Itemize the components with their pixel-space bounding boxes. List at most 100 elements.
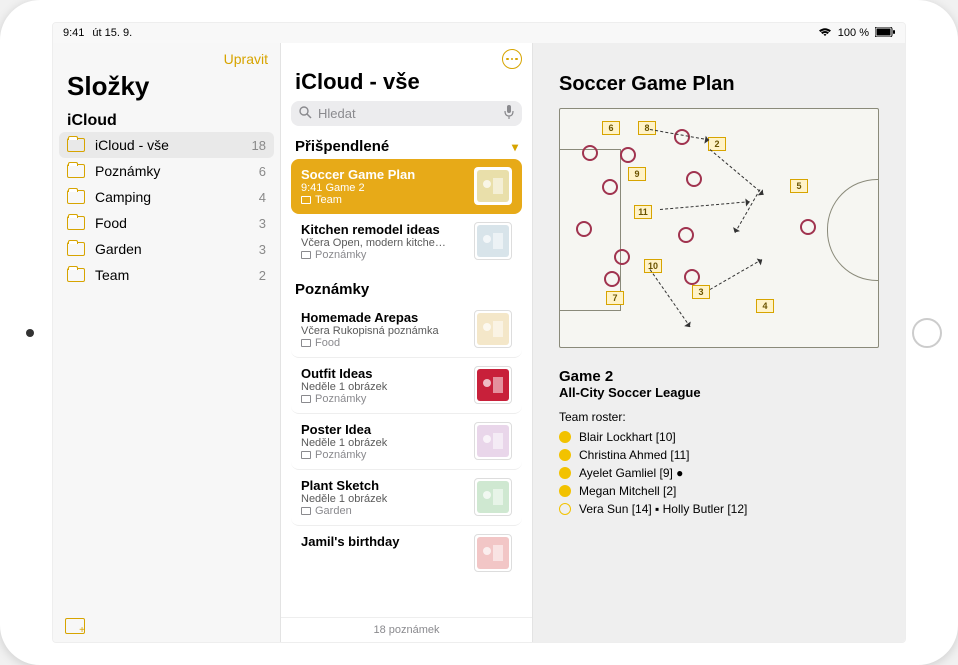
edit-button[interactable]: Upravit — [224, 51, 268, 67]
opponent-marker — [674, 129, 690, 145]
folder-count: 18 — [252, 138, 266, 153]
team-player-marker: 9 — [628, 167, 646, 181]
chevron-down-icon: ▾ — [512, 140, 518, 154]
roster-label: Team roster: — [559, 410, 879, 424]
folder-icon — [301, 451, 311, 459]
movement-arrow — [660, 201, 750, 210]
folder-name: Team — [95, 267, 259, 283]
search-icon — [299, 106, 312, 122]
opponent-marker — [604, 271, 620, 287]
note-subtitle: Neděle 1 obrázek — [301, 493, 466, 505]
roster-item: Vera Sun [14] ▪ Holly Butler [12] — [559, 500, 879, 518]
player-name: Blair Lockhart [10] — [579, 430, 676, 444]
player-name: Christina Ahmed [11] — [579, 448, 690, 462]
folder-name: iCloud - vše — [95, 137, 252, 153]
team-player-marker: 8 — [638, 121, 656, 135]
bullet-icon — [559, 503, 571, 515]
team-player-marker: 7 — [606, 291, 624, 305]
ipad-frame: 9:41 út 15. 9. 100 % Upravit Složky — [0, 0, 958, 665]
folder-item[interactable]: Poznámky6 — [53, 158, 280, 184]
notes-section-header: Poznámky — [281, 277, 532, 302]
roster-item: Christina Ahmed [11] — [559, 446, 879, 464]
folder-count: 2 — [259, 268, 266, 283]
movement-arrow — [710, 149, 764, 195]
search-input[interactable]: Hledat — [291, 101, 522, 126]
folder-name: Camping — [95, 189, 259, 205]
note-item[interactable]: Jamil's birthday — [291, 526, 522, 580]
note-item[interactable]: Soccer Game Plan9:41 Game 2Team — [291, 159, 522, 214]
notes-list-title: iCloud - vše — [281, 69, 532, 101]
opponent-marker — [576, 221, 592, 237]
status-bar: 9:41 út 15. 9. 100 % — [53, 23, 905, 43]
folder-icon — [301, 507, 311, 515]
roster-item: Ayelet Gamliel [9] ● — [559, 464, 879, 482]
note-subtitle: Včera Open, modern kitche… — [301, 237, 466, 249]
note-thumbnail — [474, 167, 512, 205]
league-name: All-City Soccer League — [559, 385, 879, 400]
note-subtitle: 9:41 Game 2 — [301, 182, 466, 194]
note-item[interactable]: Plant SketchNeděle 1 obrázekGarden — [291, 470, 522, 526]
team-player-marker: 6 — [602, 121, 620, 135]
search-placeholder: Hledat — [318, 106, 356, 121]
bullet-icon — [559, 467, 571, 479]
folder-icon — [301, 395, 311, 403]
opponent-marker — [686, 171, 702, 187]
folder-icon — [301, 251, 311, 259]
pinned-section-header[interactable]: Přišpendlené ▾ — [281, 134, 532, 159]
folder-icon — [67, 216, 85, 230]
note-item[interactable]: Homemade ArepasVčera Rukopisná poznámkaF… — [291, 302, 522, 358]
folder-icon — [301, 339, 311, 347]
team-player-marker: 5 — [790, 179, 808, 193]
game-label: Game 2 — [559, 368, 879, 385]
note-item[interactable]: Kitchen remodel ideasVčera Open, modern … — [291, 214, 522, 269]
more-options-button[interactable] — [502, 49, 522, 69]
note-folder: Garden — [301, 505, 466, 517]
folder-item[interactable]: Camping4 — [53, 184, 280, 210]
team-player-marker: 4 — [756, 299, 774, 313]
notes-count-footer: 18 poznámek — [281, 617, 532, 642]
camera-icon — [26, 329, 34, 337]
status-time: 9:41 — [63, 27, 84, 39]
folder-count: 6 — [259, 164, 266, 179]
folder-icon — [67, 190, 85, 204]
note-folder: Poznámky — [301, 449, 466, 461]
account-header: iCloud — [53, 108, 280, 132]
opponent-marker — [684, 269, 700, 285]
opponent-marker — [614, 249, 630, 265]
folder-item[interactable]: Food3 — [53, 210, 280, 236]
note-title: Soccer Game Plan — [301, 167, 466, 182]
folder-icon — [301, 196, 311, 204]
opponent-marker — [620, 147, 636, 163]
note-thumbnail — [474, 534, 512, 572]
opponent-marker — [582, 145, 598, 161]
note-item[interactable]: Poster IdeaNeděle 1 obrázekPoznámky — [291, 414, 522, 470]
player-name: Megan Mitchell [2] — [579, 484, 676, 498]
note-title: Outfit Ideas — [301, 366, 466, 381]
new-folder-button[interactable] — [65, 618, 85, 634]
screen: 9:41 út 15. 9. 100 % Upravit Složky — [52, 22, 906, 643]
note-thumbnail — [474, 478, 512, 516]
folder-item[interactable]: Garden3 — [53, 236, 280, 262]
roster-item: Megan Mitchell [2] — [559, 482, 879, 500]
movement-arrow — [735, 189, 761, 233]
folder-name: Poznámky — [95, 163, 259, 179]
note-folder: Poznámky — [301, 249, 466, 261]
note-item[interactable]: Outfit IdeasNeděle 1 obrázekPoznámky — [291, 358, 522, 414]
notes-list-column: iCloud - vše Hledat Přišpendlené ▾ Socce… — [281, 43, 533, 642]
sidebar-title: Složky — [53, 69, 280, 108]
status-date: út 15. 9. — [92, 27, 132, 39]
folder-item[interactable]: iCloud - vše18 — [59, 132, 274, 158]
folder-icon — [67, 164, 85, 178]
note-thumbnail — [474, 310, 512, 348]
note-subtitle: Včera Rukopisná poznámka — [301, 325, 466, 337]
note-folder: Team — [301, 194, 466, 206]
team-player-marker: 3 — [692, 285, 710, 299]
note-thumbnail — [474, 422, 512, 460]
battery-percent: 100 % — [838, 27, 869, 39]
note-detail-pane: Soccer Game Plan 689211510374 Game 2 All… — [533, 43, 905, 642]
folder-item[interactable]: Team2 — [53, 262, 280, 288]
home-button[interactable] — [912, 318, 942, 348]
dictate-icon[interactable] — [504, 105, 514, 122]
folder-icon — [67, 242, 85, 256]
note-title: Poster Idea — [301, 422, 466, 437]
